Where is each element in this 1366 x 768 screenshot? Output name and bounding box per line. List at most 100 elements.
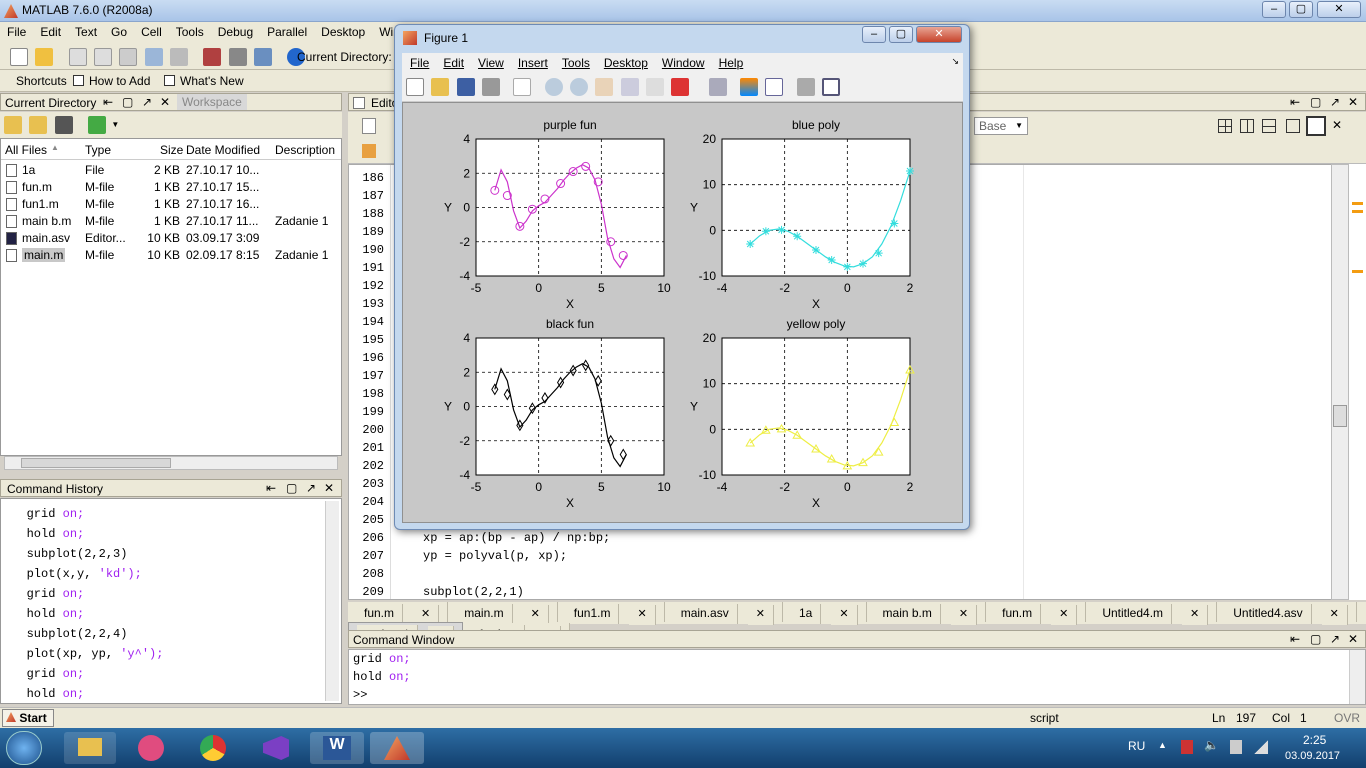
editor-vscrollbar[interactable] [1331,164,1349,600]
menu-debug[interactable]: Debug [211,22,260,39]
chrome-icon[interactable] [188,732,240,764]
figure-menu-edit[interactable]: Edit [435,53,470,70]
code-line[interactable]: xp = ap:(bp - ap) / np:bp; [423,531,610,545]
undock-icon[interactable]: ⇤ [103,95,113,109]
code-line[interactable]: yp = polyval(p, xp); [423,549,567,563]
maximize-icon[interactable]: ▢ [1310,95,1321,109]
command-window-body[interactable]: grid on; hold on; >> [348,649,1366,705]
plot-axes-box[interactable] [721,138,911,277]
word-icon[interactable]: W [310,732,364,764]
zoom-in-icon[interactable] [544,78,563,96]
history-line[interactable]: subplot(2,2,3) [5,547,128,561]
figure-menu-insert[interactable]: Insert [510,53,554,70]
menu-go[interactable]: Go [104,22,134,39]
colorbar-icon[interactable] [740,78,759,96]
float-icon[interactable] [1286,119,1300,133]
hide-plot-tools-icon[interactable] [796,78,815,96]
language-indicator[interactable]: RU [1128,739,1145,753]
pin-icon[interactable]: ↗ [306,481,316,495]
editor-tab[interactable]: Untitled4.m ✕ [1086,602,1218,625]
cut-icon[interactable] [68,48,87,66]
file-row[interactable]: main.asv Editor... 10 KB 03.09.17 3:09 [1,230,341,247]
tab-close-icon[interactable]: ✕ [1182,605,1209,625]
tab-close-icon[interactable]: ✕ [950,605,978,625]
figure-menu-file[interactable]: File [402,53,435,70]
menu-tools[interactable]: Tools [169,22,211,39]
file-list-hscrollbar[interactable] [4,456,338,470]
close-icon[interactable]: ✕ [1348,632,1358,646]
tab-close-icon[interactable]: ✕ [522,605,549,625]
file-row[interactable]: main b.m M-file 1 KB 27.10.17 11... Zadanie … [1,213,341,230]
editor-tab[interactable]: fun1.m ✕ [557,602,665,625]
maximize-doc-icon[interactable] [1306,116,1326,136]
tab-close-icon[interactable]: ✕ [831,605,858,625]
col-description[interactable]: Description [275,143,335,157]
close-icon[interactable]: ✕ [160,95,170,109]
menu-parallel[interactable]: Parallel [260,22,314,39]
clock-date[interactable]: 03.09.2017 [1285,750,1340,762]
data-cursor-icon[interactable] [646,78,665,96]
editor-tab[interactable]: main.m ✕ [448,602,558,625]
history-line[interactable]: subplot(2,2,4) [5,627,128,641]
file-row[interactable]: fun.m M-file 1 KB 27.10.17 15... [1,179,341,196]
figure-menu-window[interactable]: Window [654,53,711,70]
undock-icon[interactable]: ⇤ [1290,95,1300,109]
tray-chevron-icon[interactable]: ▲ [1158,740,1167,750]
signal-icon[interactable] [1254,740,1268,754]
redo-icon[interactable] [170,48,189,66]
pin-icon[interactable]: ↗ [1330,95,1340,109]
editor-tab[interactable]: 1a ✕ [782,602,867,625]
history-line[interactable]: hold on; [5,687,85,701]
warning-marker[interactable] [1352,210,1363,213]
maximize-icon[interactable]: ▢ [1310,632,1321,646]
tab-workspace[interactable]: Workspace [177,94,247,110]
undo-icon[interactable] [144,48,163,66]
shortcuts-link[interactable]: Shortcuts [16,74,67,88]
cell-icon[interactable] [362,144,376,158]
new-figure-icon[interactable] [406,78,424,96]
tray-device-icon[interactable] [1181,740,1193,754]
base-select[interactable]: Base ▼ [974,117,1028,135]
history-line[interactable]: grid on; [5,507,85,521]
pan-icon[interactable] [595,78,614,96]
col-date[interactable]: Date Modified [186,143,260,157]
close-button[interactable]: ✕ [1317,1,1361,18]
col-all-files[interactable]: All Files [5,143,47,157]
tile-rows-icon[interactable] [1262,119,1276,133]
maximize-icon[interactable]: ▢ [286,481,297,495]
open-folder-icon[interactable] [35,48,54,66]
matlab-task-icon[interactable] [370,732,424,764]
itunes-icon[interactable] [126,732,178,764]
network-icon[interactable] [1230,740,1242,754]
figure-menu-desktop[interactable]: Desktop [596,53,654,70]
figure-menu-view[interactable]: View [470,53,510,70]
undock-icon[interactable]: ⇤ [1290,632,1300,646]
report-icon[interactable] [88,116,107,134]
profiler-icon[interactable] [254,48,273,66]
maximize-button[interactable]: ▢ [1289,1,1313,18]
history-line[interactable]: plot(x,y, 'kd'); [5,567,142,581]
history-line[interactable]: grid on; [5,667,85,681]
editor-tab[interactable]: main b.m ✕ [866,602,987,625]
close-icon[interactable]: ✕ [324,481,334,495]
simulink-icon[interactable] [203,48,222,66]
scroll-thumb[interactable] [21,458,171,468]
tab-close-icon[interactable]: ✕ [1051,605,1078,625]
tab-current-directory[interactable]: Current Directory [5,96,96,110]
menu-edit[interactable]: Edit [33,22,68,39]
volume-icon[interactable]: 🔈 [1204,738,1219,752]
warning-marker[interactable] [1352,270,1363,273]
link-plot-icon[interactable] [708,78,727,96]
windows-start-icon[interactable] [6,731,42,765]
command-prompt[interactable]: >> [353,688,1361,702]
editor-new-icon[interactable] [362,118,376,134]
save-icon[interactable] [456,78,475,96]
rotate-3d-icon[interactable] [620,78,639,96]
find-files-icon[interactable] [54,116,73,134]
figure-menu-tools[interactable]: Tools [554,53,596,70]
chevron-down-icon[interactable]: ▼ [111,120,119,129]
explorer-icon[interactable] [64,732,116,764]
how-to-add-link[interactable]: How to Add [89,74,150,88]
file-row[interactable]: main.m M-file 10 KB 02.09.17 8:15 Zadanie 1 [1,247,341,264]
tab-close-icon[interactable]: ✕ [1321,605,1348,625]
